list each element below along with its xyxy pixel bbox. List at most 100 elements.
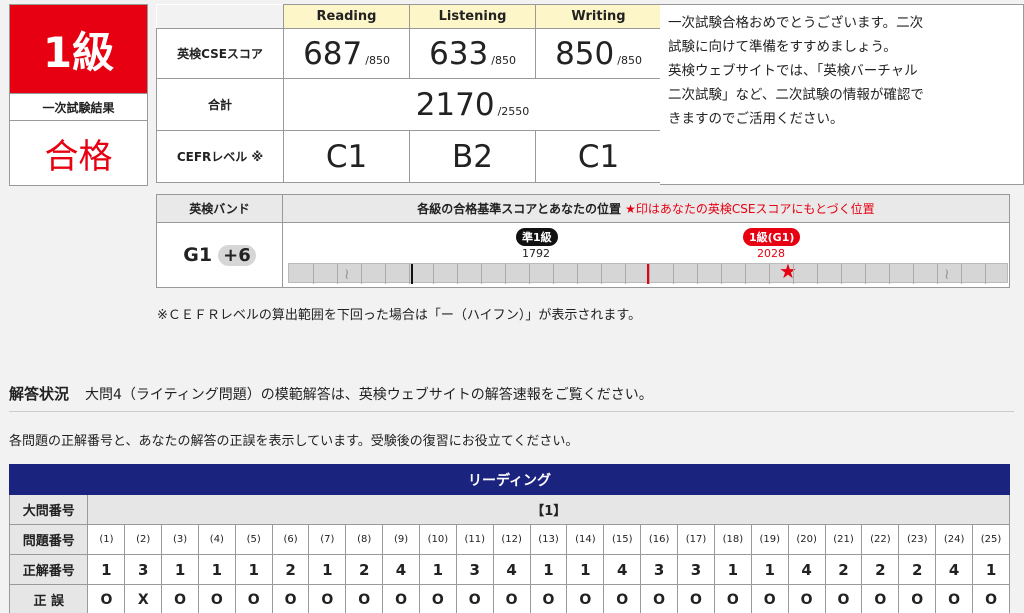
- cse-reading: 687/850: [283, 28, 410, 79]
- grid-banner: リーディング: [9, 464, 1010, 495]
- marker-g1-label: 1級(G1): [743, 228, 801, 246]
- correct-answer: 3: [455, 554, 494, 585]
- score-table: Reading Listening Writing 英検CSEスコア 687/8…: [156, 4, 662, 183]
- correct-answer: 1: [713, 554, 752, 585]
- correct-answer: 1: [308, 554, 347, 585]
- question-number: (10): [418, 524, 457, 555]
- correct-answer: 1: [529, 554, 568, 585]
- question-number: (8): [345, 524, 384, 555]
- result-mark: O: [787, 584, 826, 613]
- correct-answer: 4: [935, 554, 974, 585]
- correct-answer: 3: [640, 554, 679, 585]
- scale-tick: [529, 264, 530, 284]
- scale-tick: [409, 264, 410, 284]
- question-number: (6): [271, 524, 310, 555]
- answers-heading: 解答状況 大問4（ライティング問題）の模範解答は、英検ウェブサイトの解答速報をご覧…: [9, 383, 653, 404]
- result-mark: O: [898, 584, 937, 613]
- result-mark: O: [824, 584, 863, 613]
- question-number: (17): [677, 524, 715, 555]
- row-label-question: 問題番号: [8, 524, 89, 555]
- result-mark: O: [492, 584, 531, 613]
- correct-answer: 1: [197, 554, 236, 585]
- result-mark: O: [529, 584, 568, 613]
- question-number: (22): [861, 524, 900, 555]
- total-label: 合計: [156, 78, 284, 131]
- scale-tick: [745, 264, 746, 284]
- skill-writing: Writing: [535, 4, 662, 29]
- scale-tick: [385, 264, 386, 284]
- result-mark: O: [234, 584, 273, 613]
- correct-answer: 2: [345, 554, 384, 585]
- marker-pre1-line: [411, 264, 413, 284]
- correct-answer: 1: [87, 554, 126, 585]
- result-mark: X: [124, 584, 163, 613]
- result-mark: O: [271, 584, 310, 613]
- band-panel: 英検バンド 各級の合格基準スコアとあなたの位置 ★印はあなたの英検CSEスコアに…: [156, 194, 1010, 288]
- question-number: (18): [713, 524, 752, 555]
- scale-tick: [553, 264, 554, 284]
- scale-tick: [673, 264, 674, 284]
- cefr-listening: B2: [409, 130, 536, 183]
- result-mark: O: [750, 584, 789, 613]
- scale-tick: [817, 264, 818, 284]
- band-plus-badge: +6: [218, 244, 256, 266]
- cse-label: 英検CSEスコア: [156, 28, 284, 79]
- correct-answer: 1: [566, 554, 605, 585]
- scale-tick: [889, 264, 890, 284]
- scale-tick: [841, 264, 842, 284]
- scale-tick: [985, 264, 986, 284]
- question-number: (21): [824, 524, 863, 555]
- skill-listening: Listening: [409, 4, 536, 29]
- correct-answer: 4: [492, 554, 531, 585]
- scale-tick: [481, 264, 482, 284]
- result-mark: O: [566, 584, 605, 613]
- scale-tick: [649, 264, 650, 284]
- scale-tick: [433, 264, 434, 284]
- question-number: (15): [603, 524, 642, 555]
- question-number: (16): [640, 524, 679, 555]
- scale-tick: [457, 264, 458, 284]
- answers-title: 解答状況: [9, 385, 70, 403]
- your-position-star-icon: ★: [779, 259, 797, 283]
- scale-tick: [625, 264, 626, 284]
- correct-answer: 1: [750, 554, 789, 585]
- correct-answer: 2: [271, 554, 310, 585]
- question-number: (5): [234, 524, 273, 555]
- correct-answer: 2: [861, 554, 900, 585]
- question-number: (19): [750, 524, 789, 555]
- correct-answer: 2: [824, 554, 863, 585]
- band-value: G1 +6: [157, 223, 283, 287]
- result-mark: O: [861, 584, 900, 613]
- result-mark: O: [382, 584, 420, 613]
- correct-answer: 4: [787, 554, 826, 585]
- row-label-section: 大問番号: [8, 494, 89, 525]
- result-mark: O: [677, 584, 715, 613]
- question-number: (23): [898, 524, 937, 555]
- question-number: (12): [492, 524, 531, 555]
- question-number: (13): [529, 524, 568, 555]
- scale-tick: [721, 264, 722, 284]
- scale-tick: [337, 264, 338, 284]
- question-number: (20): [787, 524, 826, 555]
- answers-description: 各問題の正解番号と、あなたの解答の正誤を表示しています。受験後の復習にお役立てく…: [9, 434, 579, 449]
- result-mark: O: [455, 584, 494, 613]
- result-mark: O: [640, 584, 679, 613]
- reading-answer-grid: リーディング 大問番号 【1】 問題番号 (1) (2) (3) (4) (5) (6) (7…: [8, 464, 1010, 613]
- cefr-reading: C1: [283, 130, 410, 183]
- correct-answer: 3: [124, 554, 163, 585]
- result-mark: O: [161, 584, 199, 613]
- result-mark: O: [972, 584, 1010, 613]
- band-scale-bar: ≀ ≀ ★: [288, 259, 1008, 284]
- scale-tick: [769, 264, 770, 284]
- correct-answer: 1: [972, 554, 1010, 585]
- correct-answer: 4: [382, 554, 420, 585]
- scale-tick: [913, 264, 914, 284]
- result-mark: O: [935, 584, 974, 613]
- scale-tick: [601, 264, 602, 284]
- cefr-writing: C1: [535, 130, 662, 183]
- question-number: (4): [197, 524, 236, 555]
- correct-answer: 2: [898, 554, 937, 585]
- break-left-icon: ≀: [344, 265, 350, 283]
- scale-tick: [577, 264, 578, 284]
- result-mark: O: [308, 584, 347, 613]
